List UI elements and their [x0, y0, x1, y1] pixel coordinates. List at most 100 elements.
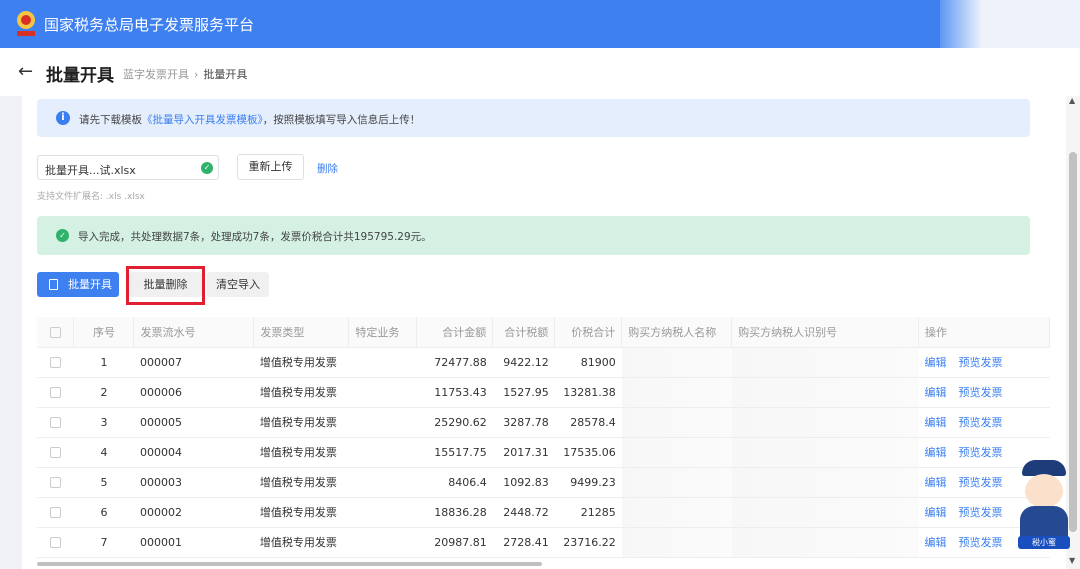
col-header-total: 价税合计 — [554, 317, 623, 348]
user-area[interactable] — [940, 0, 1080, 48]
info-alert: i 请先下载模板《批量导入开具发票模板》，按照模板填写导入信息后上传！ — [37, 99, 1030, 137]
cell-total: 28578.4 — [554, 407, 622, 438]
edit-link[interactable]: 编辑 — [925, 356, 947, 369]
cell-amount: 8406.4 — [416, 467, 493, 498]
cell-buyer-name-redacted — [621, 407, 732, 438]
cell-type: 增值税专用发票 — [253, 527, 349, 558]
scroll-up-icon[interactable]: ▲ — [1069, 96, 1075, 105]
row-checkbox[interactable] — [49, 477, 61, 488]
cell-actions: 编辑 预览发票 — [918, 347, 1050, 378]
edit-link[interactable]: 编辑 — [925, 536, 947, 549]
cell-buyer-id-redacted — [731, 527, 919, 558]
assistant-avatar-icon[interactable]: 税小蜜 — [1016, 460, 1072, 552]
cell-index: 7 — [73, 527, 134, 558]
template-download-link[interactable]: 《批量导入开具发票模板》 — [142, 114, 263, 126]
edit-link[interactable]: 编辑 — [925, 446, 947, 459]
cell-total: 23716.22 — [554, 527, 622, 558]
page-title: 批量开具 — [46, 66, 114, 86]
horizontal-scrollbar[interactable] — [22, 559, 1066, 569]
back-arrow-icon[interactable]: ← — [18, 61, 33, 82]
clear-import-button[interactable]: 清空导入 — [207, 272, 269, 297]
main-content: i 请先下载模板《批量导入开具发票模板》，按照模板填写导入信息后上传！ 批量开具… — [22, 96, 1066, 569]
breadcrumb-item-current: 批量开具 — [203, 68, 248, 81]
cell-index: 5 — [73, 467, 134, 498]
cell-total: 81900 — [554, 347, 622, 378]
col-header-buyer-name: 购买方纳税人名称 — [621, 317, 733, 348]
preview-invoice-link[interactable]: 预览发票 — [959, 356, 1003, 369]
row-checkbox[interactable] — [49, 357, 61, 368]
breadcrumb-separator: › — [194, 68, 199, 81]
preview-invoice-link[interactable]: 预览发票 — [959, 536, 1003, 549]
cell-type: 增值税专用发票 — [253, 377, 349, 408]
cell-business — [348, 437, 417, 468]
batch-issue-button[interactable]: 批量开具 — [37, 272, 119, 297]
cell-amount: 20987.81 — [416, 527, 493, 558]
cell-index: 4 — [73, 437, 134, 468]
cell-buyer-id-redacted — [731, 347, 919, 378]
file-name: 批量开具...试.xlsx — [45, 164, 136, 177]
scroll-thumb[interactable] — [37, 562, 542, 566]
cell-type: 增值税专用发票 — [253, 347, 349, 378]
cell-business — [348, 377, 417, 408]
assistant-tag: 税小蜜 — [1018, 536, 1070, 549]
row-select-cell — [37, 377, 74, 408]
preview-invoice-link[interactable]: 预览发票 — [959, 446, 1003, 459]
invoice-table: 序号 发票流水号 发票类型 特定业务 合计金额 合计税额 价税合计 购买方纳税人… — [37, 317, 1050, 558]
preview-invoice-link[interactable]: 预览发票 — [959, 476, 1003, 489]
select-all-checkbox[interactable] — [49, 326, 61, 338]
preview-invoice-link[interactable]: 预览发票 — [959, 416, 1003, 429]
col-header-type: 发票类型 — [253, 317, 350, 348]
delete-file-link[interactable]: 删除 — [317, 161, 338, 176]
cell-type: 增值税专用发票 — [253, 407, 349, 438]
app-title: 国家税务总局电子发票服务平台 — [44, 16, 255, 34]
preview-invoice-link[interactable]: 预览发票 — [959, 386, 1003, 399]
table-row: 6 000002 增值税专用发票 18836.28 2448.72 21285 … — [37, 497, 1050, 528]
preview-invoice-link[interactable]: 预览发票 — [959, 506, 1003, 519]
col-header-business: 特定业务 — [348, 317, 418, 348]
cell-tax: 2017.31 — [492, 437, 555, 468]
reupload-button[interactable]: 重新上传 — [237, 154, 304, 180]
table-row: 4 000004 增值税专用发票 15517.75 2017.31 17535.… — [37, 437, 1050, 468]
batch-issue-label: 批量开具 — [68, 278, 112, 291]
cell-buyer-name-redacted — [621, 497, 732, 528]
cell-tax: 1092.83 — [492, 467, 555, 498]
cell-buyer-name-redacted — [621, 437, 732, 468]
avatar-face — [1025, 474, 1063, 508]
table-row: 1 000007 增值税专用发票 72477.88 9422.12 81900 … — [37, 347, 1050, 378]
cell-serial: 000003 — [133, 467, 254, 498]
edit-link[interactable]: 编辑 — [925, 416, 947, 429]
success-message: 导入完成，共处理数据7条，处理成功7条，发票价税合计共195795.29元。 — [78, 231, 432, 243]
row-select-cell — [37, 347, 74, 378]
row-checkbox[interactable] — [49, 417, 61, 428]
table-row: 3 000005 增值税专用发票 25290.62 3287.78 28578.… — [37, 407, 1050, 438]
row-checkbox[interactable] — [49, 387, 61, 398]
row-checkbox[interactable] — [49, 447, 61, 458]
row-select-cell — [37, 437, 74, 468]
cell-amount: 15517.75 — [416, 437, 493, 468]
cell-serial: 000001 — [133, 527, 254, 558]
row-select-cell — [37, 497, 74, 528]
row-select-cell — [37, 527, 74, 558]
check-circle-icon: ✓ — [201, 162, 213, 174]
edit-link[interactable]: 编辑 — [925, 476, 947, 489]
row-checkbox[interactable] — [49, 507, 61, 518]
cell-tax: 1527.95 — [492, 377, 555, 408]
cell-buyer-name-redacted — [621, 347, 732, 378]
cell-serial: 000002 — [133, 497, 254, 528]
cell-buyer-name-redacted — [621, 527, 732, 558]
table-row: 2 000006 增值税专用发票 11753.43 1527.95 13281.… — [37, 377, 1050, 408]
file-extension-hint: 支持文件扩展名: .xls .xlsx — [37, 192, 145, 202]
cell-index: 2 — [73, 377, 134, 408]
row-select-cell — [37, 407, 74, 438]
row-select-cell — [37, 467, 74, 498]
row-checkbox[interactable] — [49, 537, 61, 548]
edit-link[interactable]: 编辑 — [925, 386, 947, 399]
highlight-box — [126, 266, 205, 305]
breadcrumb-item-blue-invoice[interactable]: 蓝字发票开具 — [123, 68, 189, 81]
scroll-down-icon[interactable]: ▼ — [1069, 556, 1075, 565]
col-header-tax: 合计税额 — [492, 317, 556, 348]
edit-link[interactable]: 编辑 — [925, 506, 947, 519]
col-header-index: 序号 — [73, 317, 135, 348]
cell-serial: 000005 — [133, 407, 254, 438]
cell-serial: 000004 — [133, 437, 254, 468]
